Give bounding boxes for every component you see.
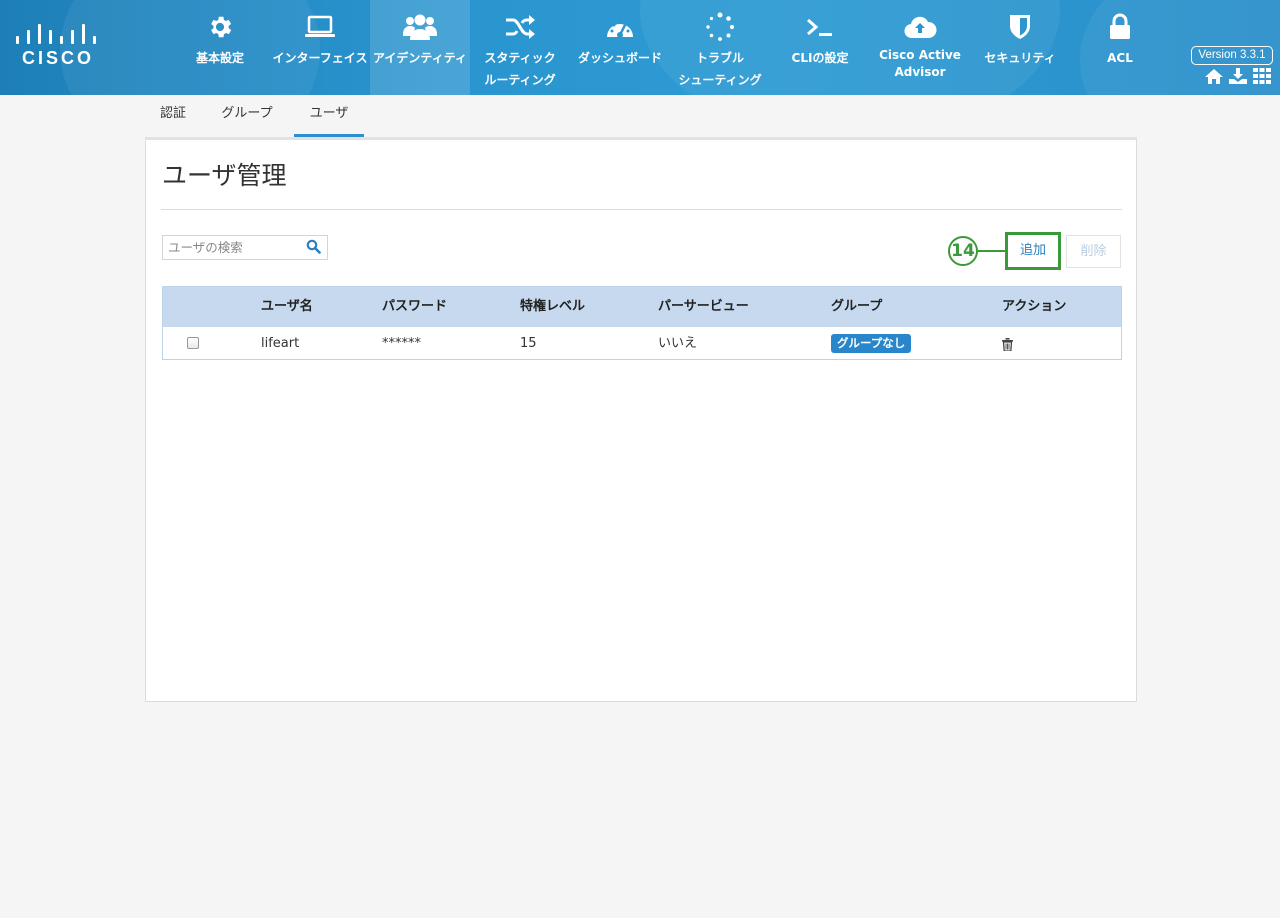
users-icon bbox=[370, 12, 470, 42]
terminal-icon bbox=[770, 12, 870, 42]
page-title: ユーザ管理 bbox=[162, 161, 287, 190]
tab-authentication[interactable]: 認証 bbox=[150, 96, 196, 137]
tab-users[interactable]: ユーザ bbox=[294, 96, 364, 137]
top-navbar: CISCO 基本設定 インターフェイス アイデンティティ スタティック ルーティ… bbox=[0, 0, 1280, 95]
nav-label: スタティック ルーティング bbox=[484, 51, 556, 87]
nav-label: Cisco Active Advisor bbox=[879, 48, 961, 79]
column-header-parser-view[interactable]: パーサービュー bbox=[658, 287, 749, 327]
cloud-upload-icon bbox=[870, 12, 970, 42]
nav-item-security[interactable]: セキュリティ bbox=[970, 0, 1070, 95]
column-header-action: アクション bbox=[1002, 299, 1067, 314]
lock-icon bbox=[1070, 12, 1170, 42]
version-badge: Version 3.3.1 bbox=[1191, 46, 1273, 65]
nav-item-active-advisor[interactable]: Cisco Active Advisor bbox=[870, 0, 970, 95]
nav-item-static-routing[interactable]: スタティック ルーティング bbox=[470, 0, 570, 95]
nav-item-acl[interactable]: ACL bbox=[1070, 0, 1170, 95]
nav-item-cli[interactable]: CLIの設定 bbox=[770, 0, 870, 95]
column-header-password[interactable]: パスワード bbox=[382, 287, 447, 327]
user-management-panel: ユーザ管理 14 追加 削除 ユーザ名 パスワード 特権レベル パーサービュー … bbox=[145, 140, 1137, 702]
dashboard-icon bbox=[570, 12, 670, 42]
nav-label: ACL bbox=[1107, 51, 1133, 65]
nav-label: ダッシュボード bbox=[577, 51, 662, 65]
cell-privilege: 15 bbox=[520, 336, 537, 351]
download-icon[interactable] bbox=[1229, 68, 1247, 88]
laptop-icon bbox=[270, 12, 370, 42]
callout-number: 14 bbox=[948, 236, 978, 266]
nav-item-troubleshooting[interactable]: トラブル シューティング bbox=[670, 0, 770, 95]
cell-username[interactable]: lifeart bbox=[261, 327, 299, 359]
search-icon[interactable] bbox=[306, 239, 321, 258]
nav-label: セキュリティ bbox=[984, 51, 1056, 65]
table-row: lifeart ****** 15 いいえ グループなし bbox=[163, 327, 1121, 359]
trash-icon[interactable] bbox=[1002, 336, 1013, 355]
column-header-group[interactable]: グループ bbox=[831, 287, 882, 327]
tab-groups[interactable]: グループ bbox=[211, 96, 283, 137]
gear-icon bbox=[170, 12, 270, 42]
column-header-username[interactable]: ユーザ名 bbox=[261, 287, 313, 327]
cisco-logo-bars bbox=[14, 20, 98, 44]
nav-label: インターフェイス bbox=[272, 51, 368, 65]
callout-connector bbox=[978, 250, 1006, 252]
home-icon[interactable] bbox=[1205, 68, 1223, 88]
grid-icon[interactable] bbox=[1253, 68, 1271, 88]
nav-item-dashboard[interactable]: ダッシュボード bbox=[570, 0, 670, 95]
add-user-button[interactable]: 追加 bbox=[1005, 232, 1061, 270]
users-table: ユーザ名 パスワード 特権レベル パーサービュー グループ アクション life… bbox=[162, 286, 1122, 360]
cell-password: ****** bbox=[382, 336, 421, 351]
nav-label: アイデンティティ bbox=[373, 51, 467, 65]
cisco-logo-text: CISCO bbox=[22, 48, 95, 68]
nav-item-identity[interactable]: アイデンティティ bbox=[370, 0, 470, 95]
column-header-privilege[interactable]: 特権レベル bbox=[520, 287, 585, 327]
header-tools bbox=[1205, 68, 1271, 88]
shuffle-icon bbox=[470, 12, 570, 42]
sub-tabs: 認証 グループ ユーザ bbox=[145, 96, 1137, 137]
nav-item-basic[interactable]: 基本設定 bbox=[170, 0, 270, 95]
cell-parser-view: いいえ bbox=[658, 336, 698, 351]
shield-icon bbox=[970, 12, 1070, 42]
group-badge: グループなし bbox=[831, 334, 912, 353]
spinner-icon bbox=[670, 12, 770, 42]
table-header: ユーザ名 パスワード 特権レベル パーサービュー グループ アクション bbox=[163, 287, 1121, 327]
row-select-checkbox[interactable] bbox=[187, 337, 199, 349]
nav-item-interface[interactable]: インターフェイス bbox=[270, 0, 370, 95]
title-divider bbox=[161, 209, 1122, 210]
user-search-input[interactable] bbox=[163, 236, 299, 259]
delete-user-button[interactable]: 削除 bbox=[1066, 235, 1121, 268]
nav-label: 基本設定 bbox=[195, 51, 244, 65]
nav-label: CLIの設定 bbox=[791, 51, 849, 65]
user-search-box bbox=[162, 235, 328, 260]
cisco-logo[interactable]: CISCO bbox=[14, 20, 98, 70]
nav-label: トラブル シューティング bbox=[678, 51, 762, 87]
